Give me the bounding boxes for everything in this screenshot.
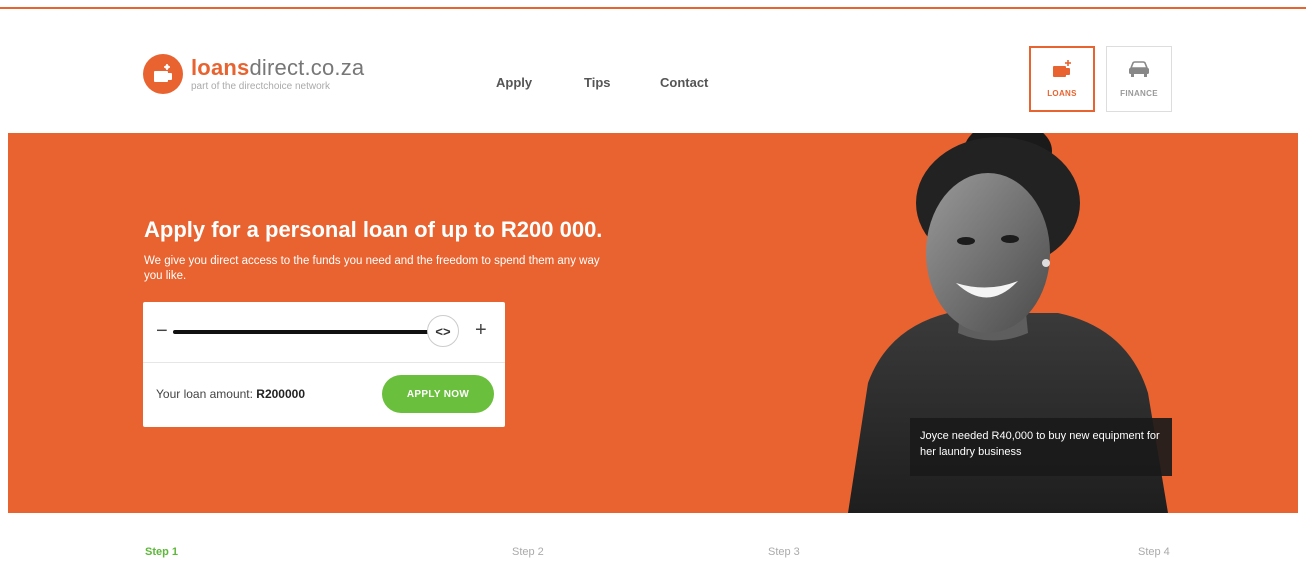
loan-amount-display: Your loan amount: R200000 <box>156 387 305 401</box>
nav-item-contact[interactable]: Contact <box>660 75 708 90</box>
step-2: Step 2 <box>512 546 544 558</box>
hero-title: Apply for a personal loan of up to R200 … <box>144 217 603 242</box>
testimonial-caption: Joyce needed R40,000 to buy new equipmen… <box>910 418 1172 476</box>
hero-subtitle: We give you direct access to the funds y… <box>144 255 600 282</box>
brand-logo[interactable]: loansdirect.co.za part of the directchoi… <box>143 54 364 94</box>
decrease-button[interactable]: − <box>156 321 168 341</box>
hero-banner: Apply for a personal loan of up to R200 … <box>8 133 1298 513</box>
loan-amount-label: Your loan amount: <box>156 387 257 401</box>
step-1: Step 1 <box>145 546 179 558</box>
loan-amount-slider-handle[interactable]: <> <box>427 315 459 347</box>
brand-tagline: part of the directchoice network <box>191 81 330 92</box>
step-3: Step 3 <box>768 546 800 558</box>
loan-calculator: − <> + Your loan amount: R200000 APPLY N… <box>143 302 505 427</box>
nav-item-tips[interactable]: Tips <box>584 75 611 90</box>
loan-slider-row: − <> + <box>143 302 505 363</box>
wallet-icon <box>143 54 183 94</box>
increase-button[interactable]: + <box>475 320 487 340</box>
product-tab-finance[interactable]: FINANCE <box>1106 46 1172 112</box>
loan-amount-slider-track[interactable] <box>173 330 443 334</box>
wallet-icon <box>1051 60 1073 83</box>
loan-amount-value: R200000 <box>256 387 306 401</box>
product-tab-loans[interactable]: LOANS <box>1029 46 1095 112</box>
product-tab-label: LOANS <box>1047 89 1077 98</box>
product-tab-label: FINANCE <box>1120 89 1158 98</box>
brand-name: loansdirect.co.za <box>191 55 365 80</box>
site-header: loansdirect.co.za part of the directchoi… <box>0 9 1306 133</box>
nav-item-apply[interactable]: Apply <box>496 75 532 90</box>
car-icon <box>1127 60 1151 83</box>
step-4: Step 4 <box>1138 546 1170 558</box>
apply-now-button[interactable]: APPLY NOW <box>382 375 494 413</box>
